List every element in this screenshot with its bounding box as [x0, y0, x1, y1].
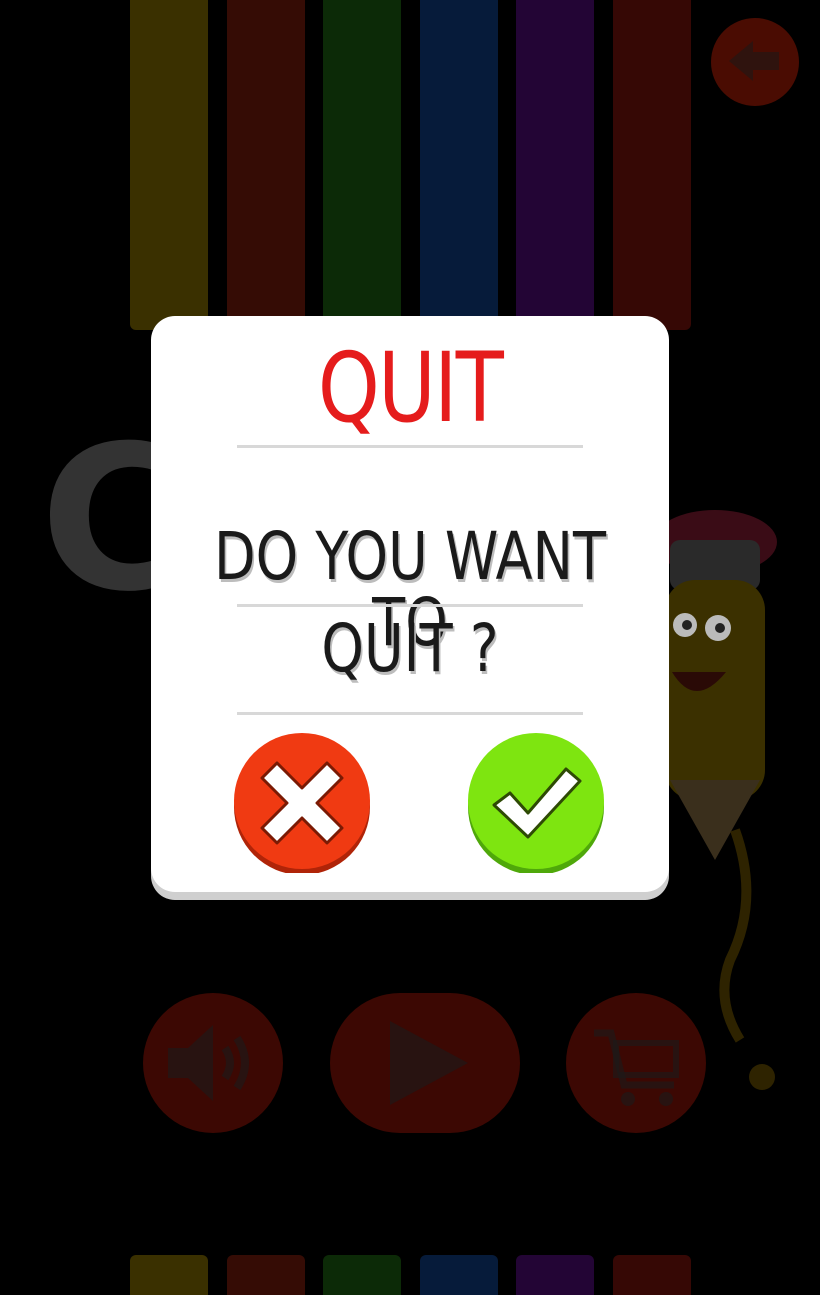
play-icon [390, 1021, 468, 1105]
checkmark-icon [468, 733, 604, 873]
sound-button[interactable] [143, 993, 283, 1133]
color-bar-blue [420, 0, 498, 330]
close-x-icon [234, 733, 370, 873]
back-arrow-icon [729, 41, 779, 81]
message-divider [237, 604, 583, 607]
color-bar-orange [227, 0, 305, 330]
cart-button[interactable] [566, 993, 706, 1133]
bottom-bar-blue [420, 1255, 498, 1295]
message-line-2: QUIT ? [321, 610, 499, 687]
title-divider [237, 445, 583, 448]
bottom-bar-green [323, 1255, 401, 1295]
quit-dialog: QUIT DO YOU WANT TO QUIT ? [151, 316, 669, 892]
bottom-bar-orange [227, 1255, 305, 1295]
buttons-divider [237, 712, 583, 715]
color-bar-purple [516, 0, 594, 330]
cancel-button[interactable] [232, 733, 372, 873]
bottom-bar-red [613, 1255, 691, 1295]
dialog-title: QUIT [317, 332, 504, 444]
bottom-bar-yellow [130, 1255, 208, 1295]
back-button[interactable] [711, 18, 799, 106]
confirm-button[interactable] [466, 733, 606, 873]
color-bar-green [323, 0, 401, 330]
color-bar-yellow [130, 0, 208, 330]
play-button[interactable] [330, 993, 520, 1133]
color-bar-red [613, 0, 691, 330]
speaker-icon [168, 1025, 249, 1101]
bottom-bar-purple [516, 1255, 594, 1295]
cart-icon [594, 1029, 679, 1106]
